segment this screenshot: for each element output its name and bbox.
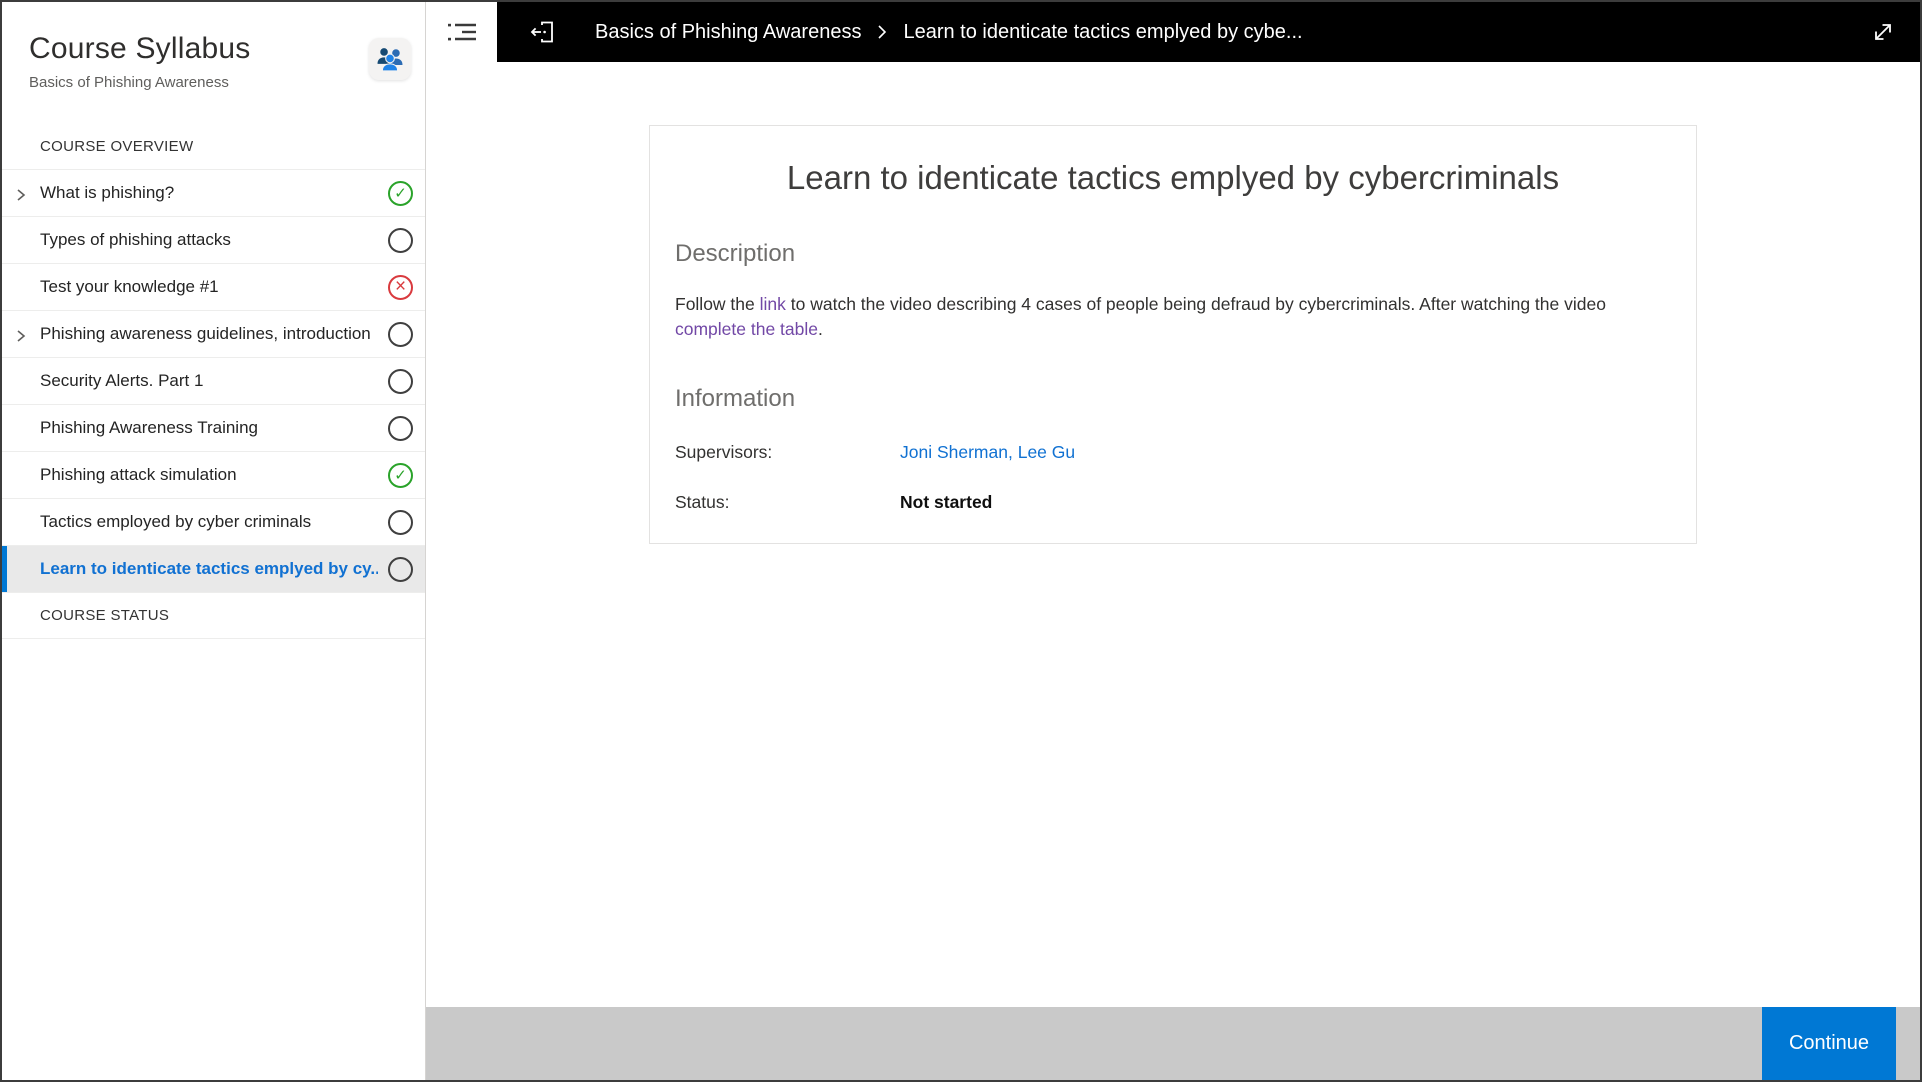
- continue-button[interactable]: Continue: [1762, 1007, 1896, 1080]
- status-value: Not started: [900, 492, 992, 513]
- not-started-icon: [388, 557, 413, 582]
- fullscreen-button[interactable]: [1868, 17, 1898, 47]
- video-link[interactable]: link: [760, 294, 786, 314]
- status-label: Status:: [675, 492, 900, 513]
- status-row: Status: Not started: [675, 492, 1671, 513]
- supervisors-value: Joni Sherman, Lee Gu: [900, 442, 1075, 463]
- outline-list-icon: [445, 19, 479, 45]
- chevron-right-icon: [16, 187, 26, 207]
- topbar: Basics of Phishing Awareness Learn to id…: [426, 2, 1920, 62]
- chevron-right-icon: [16, 328, 26, 348]
- description-heading: Description: [675, 240, 1671, 268]
- exit-course-button[interactable]: [530, 18, 557, 46]
- description-text: Follow the link to watch the video descr…: [675, 292, 1671, 342]
- lesson-card: Learn to identicate tactics emplyed by c…: [649, 125, 1697, 544]
- not-started-icon: [388, 369, 413, 394]
- syllabus-nav: COURSE OVERVIEW What is phishing? Types …: [2, 124, 425, 1080]
- sidebar-item-test-your-knowledge-1[interactable]: Test your knowledge #1: [2, 264, 425, 311]
- sidebar-item-learn-to-identicate-tactics[interactable]: Learn to identicate tactics emplyed by c…: [2, 546, 425, 593]
- breadcrumb-bar: Basics of Phishing Awareness Learn to id…: [497, 2, 1920, 62]
- sidebar-item-tactics-employed-by-cyber-criminals[interactable]: Tactics employed by cyber criminals: [2, 499, 425, 546]
- not-started-icon: [388, 510, 413, 535]
- sidebar-item-phishing-attack-simulation[interactable]: Phishing attack simulation: [2, 452, 425, 499]
- course-overview-header: COURSE OVERVIEW: [2, 124, 425, 170]
- completed-icon: [388, 463, 413, 488]
- supervisor-link-joni-sherman[interactable]: Joni Sherman: [900, 442, 1008, 462]
- sidebar-item-security-alerts-part-1[interactable]: Security Alerts. Part 1: [2, 358, 425, 405]
- breadcrumb: Basics of Phishing Awareness Learn to id…: [595, 21, 1303, 44]
- description-text-part: to watch the video describing 4 cases of…: [786, 294, 1606, 314]
- complete-table-link[interactable]: complete the table: [675, 319, 818, 339]
- exit-door-icon: [530, 18, 557, 46]
- lesson-title: Learn to identicate tactics emplyed by c…: [675, 159, 1671, 197]
- breadcrumb-current: Learn to identicate tactics emplyed by c…: [903, 21, 1302, 44]
- lesson-content: Learn to identicate tactics emplyed by c…: [426, 62, 1920, 1007]
- failed-icon: [388, 275, 413, 300]
- completed-icon: [388, 181, 413, 206]
- breadcrumb-chevron-icon: [876, 22, 888, 42]
- sidebar-header: Course Syllabus Basics of Phishing Aware…: [2, 2, 425, 124]
- sidebar-item-types-of-phishing-attacks[interactable]: Types of phishing attacks: [2, 217, 425, 264]
- footer-bar: Continue: [426, 1007, 1920, 1080]
- sidebar-title: Course Syllabus: [29, 32, 401, 66]
- course-status-header: COURSE STATUS: [2, 593, 425, 639]
- app-window: Course Syllabus Basics of Phishing Aware…: [0, 0, 1922, 1082]
- information-heading: Information: [675, 385, 1671, 413]
- sidebar-item-phishing-awareness-guidelines[interactable]: Phishing awareness guidelines, introduct…: [2, 311, 425, 358]
- not-started-icon: [388, 228, 413, 253]
- main-area: Basics of Phishing Awareness Learn to id…: [426, 2, 1920, 1080]
- not-started-icon: [388, 416, 413, 441]
- sidebar-item-phishing-awareness-training[interactable]: Phishing Awareness Training: [2, 405, 425, 452]
- supervisor-separator: ,: [1008, 442, 1018, 462]
- learners-button[interactable]: [369, 38, 411, 80]
- sidebar-subtitle: Basics of Phishing Awareness: [29, 74, 401, 91]
- toc-button[interactable]: [426, 2, 497, 62]
- description-text-part: .: [818, 319, 823, 339]
- breadcrumb-course[interactable]: Basics of Phishing Awareness: [595, 21, 861, 44]
- description-text-part: Follow the: [675, 294, 760, 314]
- supervisors-row: Supervisors: Joni Sherman, Lee Gu: [675, 442, 1671, 463]
- supervisors-label: Supervisors:: [675, 442, 900, 463]
- expand-arrows-icon: [1868, 17, 1898, 47]
- not-started-icon: [388, 322, 413, 347]
- people-icon: [377, 46, 403, 72]
- supervisor-link-lee-gu[interactable]: Lee Gu: [1018, 442, 1075, 462]
- course-syllabus-sidebar: Course Syllabus Basics of Phishing Aware…: [2, 2, 426, 1080]
- sidebar-item-what-is-phishing[interactable]: What is phishing?: [2, 170, 425, 217]
